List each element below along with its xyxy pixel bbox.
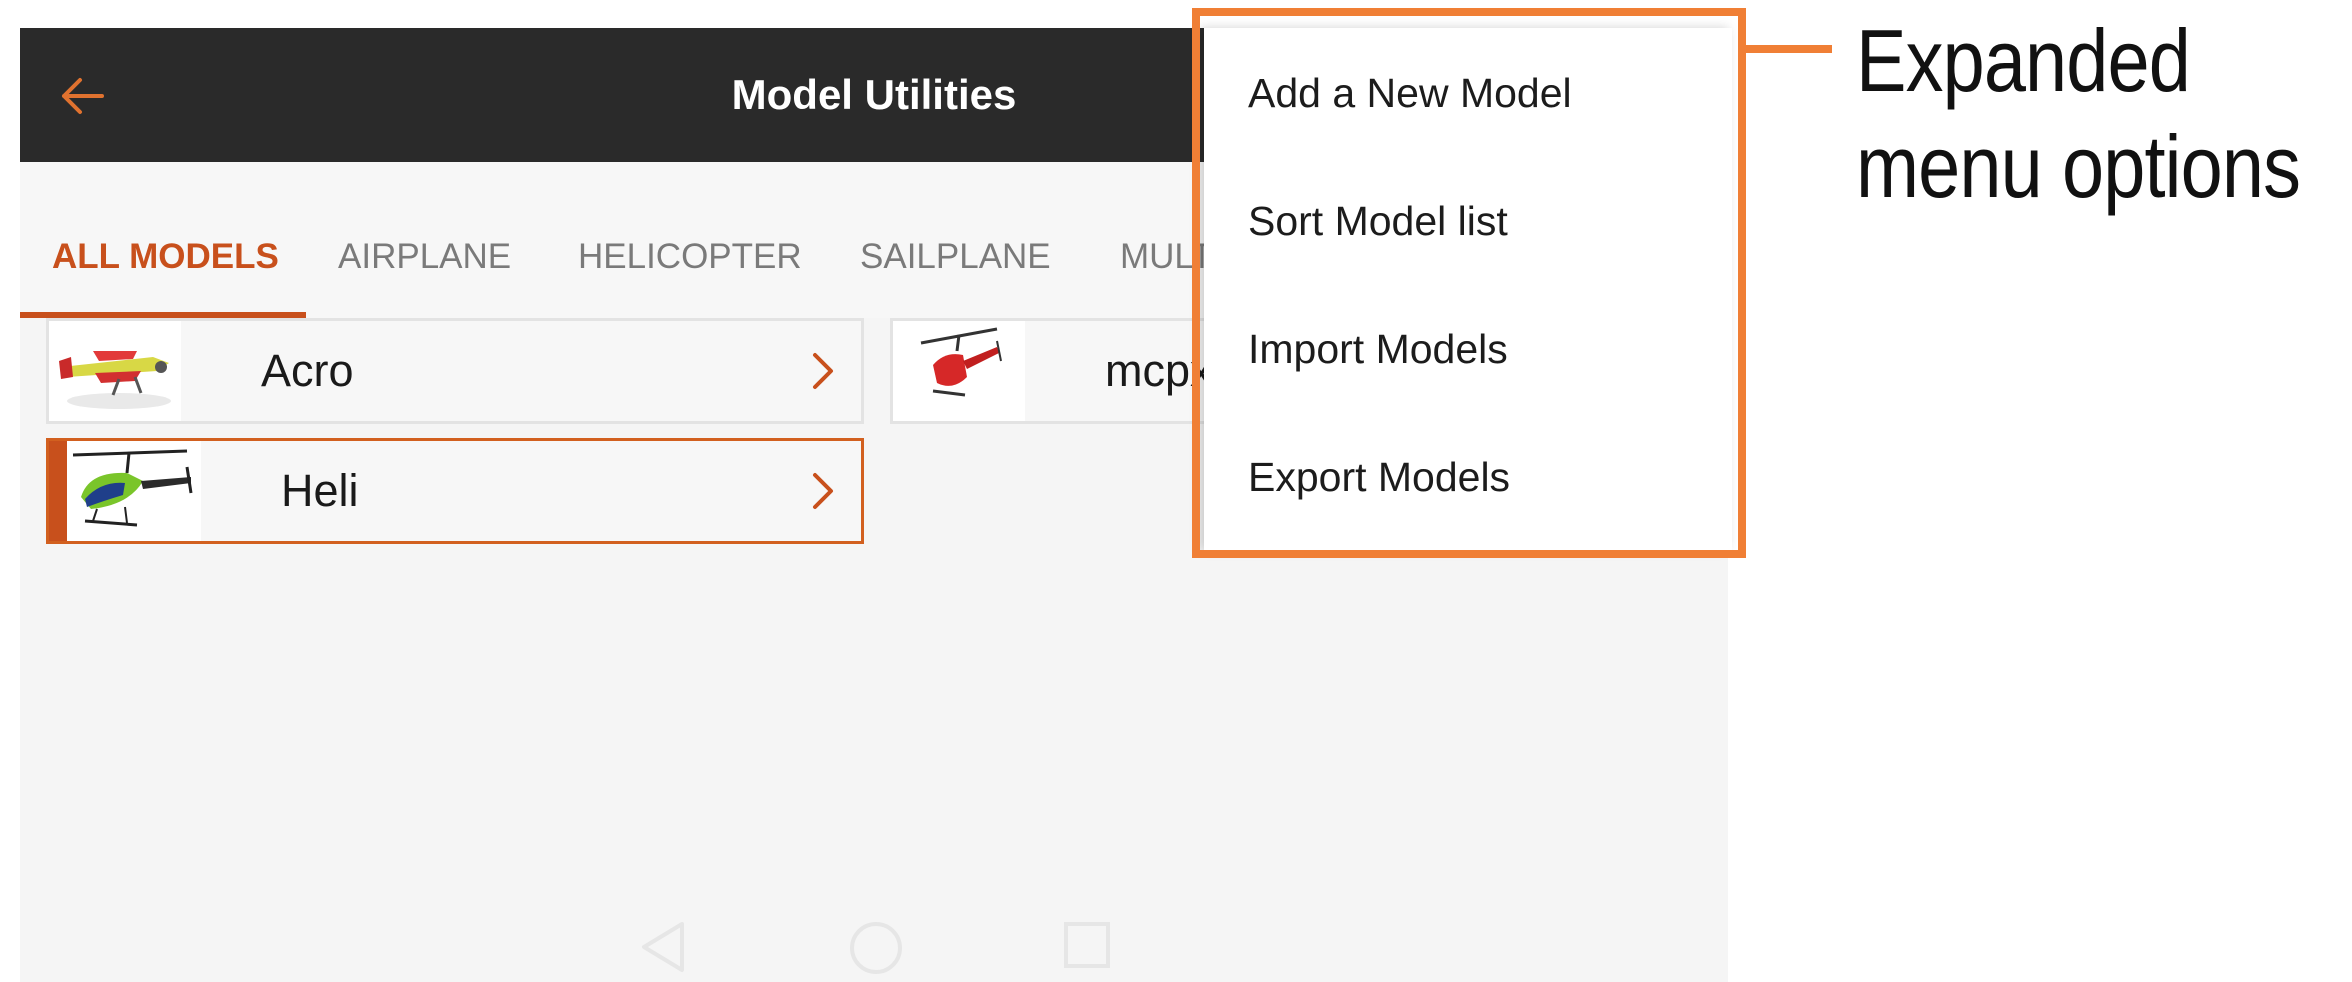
tab-airplane[interactable]: AIRPLANE bbox=[338, 162, 511, 318]
chevron-right-icon bbox=[813, 473, 833, 509]
model-card-acro[interactable]: Acro bbox=[46, 318, 864, 424]
chevron-right-icon bbox=[813, 353, 833, 389]
tab-helicopter[interactable]: HELICOPTER bbox=[578, 162, 802, 318]
airplane-icon bbox=[49, 321, 181, 421]
tab-all-models[interactable]: ALL MODELS bbox=[52, 162, 279, 318]
nav-back-icon[interactable] bbox=[638, 920, 688, 974]
callout-connector-line bbox=[1746, 45, 1832, 53]
selected-indicator bbox=[49, 441, 67, 541]
model-name: Heli bbox=[281, 465, 359, 516]
nav-home-icon[interactable] bbox=[848, 920, 904, 976]
callout-label-line-1: Expanded bbox=[1856, 11, 2191, 110]
callout-highlight-box bbox=[1192, 8, 1746, 558]
callout-label-line-2: menu options bbox=[1856, 117, 2301, 216]
helicopter-icon bbox=[893, 321, 1025, 421]
model-name: Acro bbox=[261, 345, 354, 396]
model-card-heli[interactable]: Heli bbox=[46, 438, 864, 544]
nav-recents-icon[interactable] bbox=[1062, 920, 1112, 970]
tab-sailplane[interactable]: SAILPLANE bbox=[860, 162, 1051, 318]
callout-label: Expanded menu options bbox=[1856, 8, 2301, 220]
helicopter-icon bbox=[67, 441, 201, 541]
